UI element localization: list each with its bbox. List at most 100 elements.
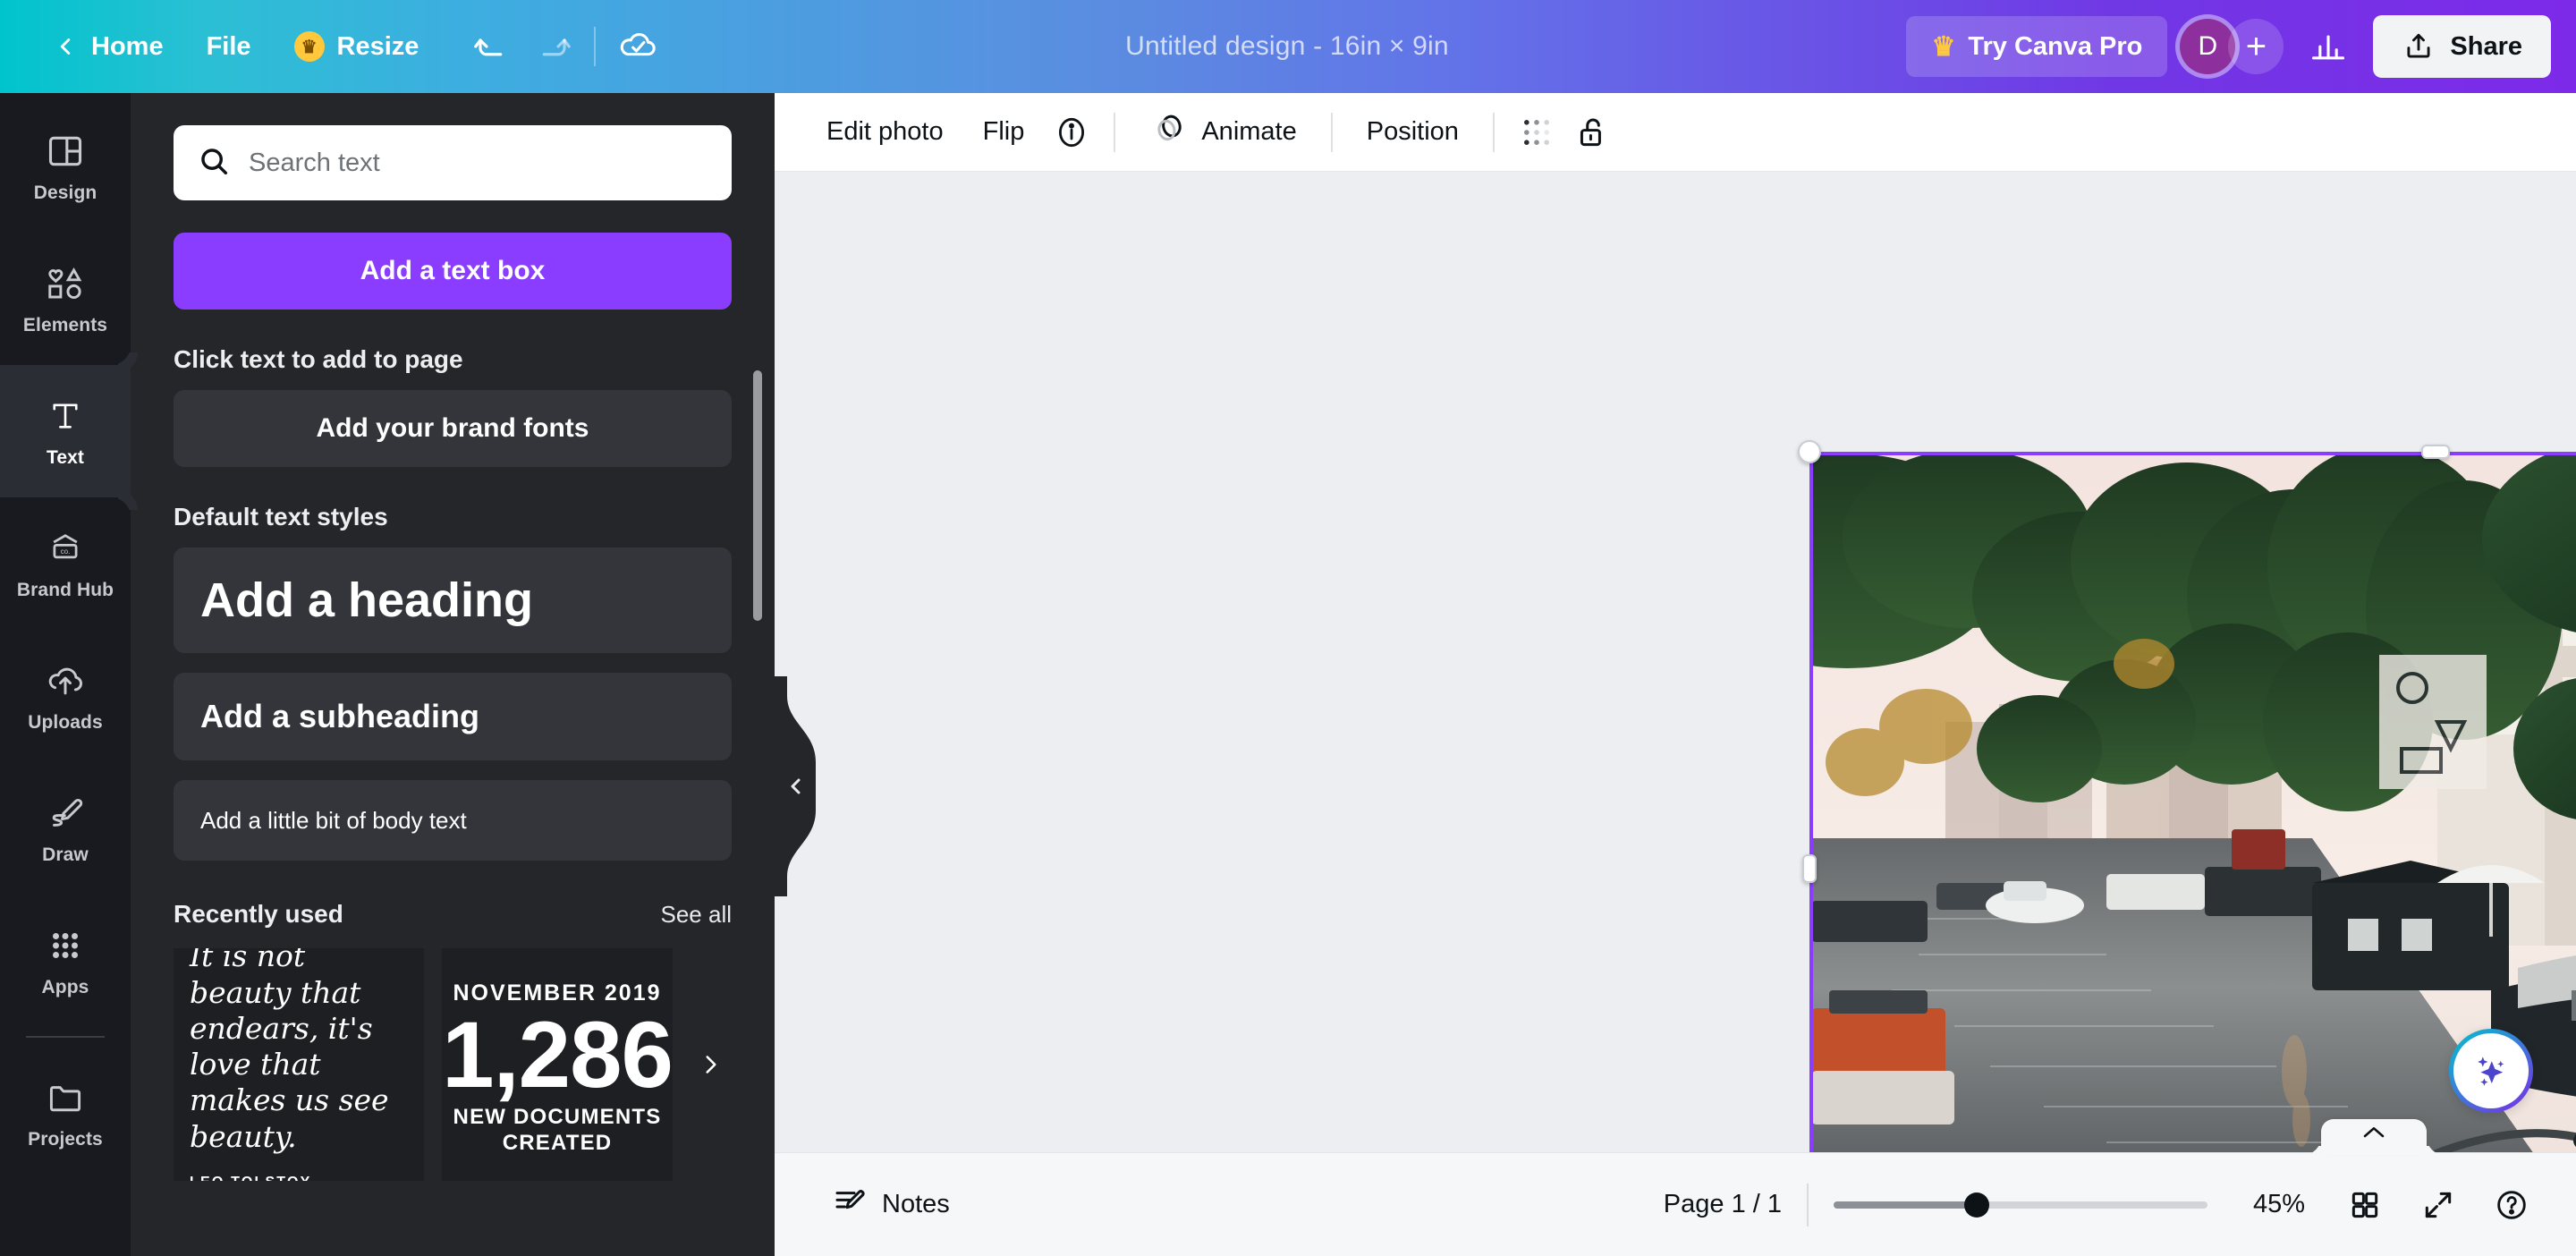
style-heading-label: Add a heading	[200, 573, 533, 628]
svg-text:co.: co.	[61, 547, 71, 556]
collapse-handle-shape	[775, 676, 816, 896]
style-subheading-label: Add a subheading	[200, 698, 479, 735]
sidebar-item-apps[interactable]: Apps	[0, 895, 131, 1027]
try-canva-pro-button[interactable]: ♛ Try Canva Pro	[1906, 16, 2167, 77]
sidebar-item-uploads[interactable]: Uploads	[0, 630, 131, 762]
style-card-body[interactable]: Add a little bit of body text	[174, 780, 732, 861]
search-text-container	[174, 125, 732, 200]
document-title[interactable]: Untitled design - 16in × 9in	[1109, 22, 1465, 71]
see-all-link[interactable]: See all	[661, 901, 733, 929]
fullscreen-button[interactable]	[2410, 1176, 2467, 1234]
style-card-heading[interactable]: Add a heading	[174, 547, 732, 653]
cloud-saved-button[interactable]	[608, 17, 667, 76]
apps-icon	[47, 923, 84, 968]
notes-label: Notes	[882, 1190, 950, 1219]
undo-button[interactable]	[463, 17, 522, 76]
grid-view-button[interactable]	[2336, 1176, 2394, 1234]
list-item[interactable]: It is not beauty that endears, it's love…	[174, 948, 424, 1181]
page-indicator: Page 1 / 1	[1664, 1190, 1782, 1219]
header-right-group: ♛ Try Canva Pro D + Share	[1906, 14, 2576, 79]
redo-icon	[533, 28, 571, 65]
object-toolbar: Edit photo Flip Animate Position	[775, 93, 2576, 172]
resize-handle-middle-left[interactable]	[1802, 854, 1817, 883]
footer-divider	[1807, 1184, 1809, 1226]
file-menu-button[interactable]: File	[185, 16, 273, 77]
recent-stat-number: 1,286	[442, 1006, 673, 1105]
fullscreen-icon	[2421, 1188, 2455, 1222]
collaborators-group: D +	[2180, 19, 2284, 74]
help-button[interactable]	[2483, 1176, 2540, 1234]
text-panel-content: Add a text box Click text to add to page…	[131, 93, 775, 1256]
header-center-group: Untitled design - 16in × 9in	[667, 22, 1906, 71]
transparency-icon	[1518, 114, 1555, 151]
header-left-group: Home File ♛ Resize	[0, 16, 667, 77]
sidebar-item-projects[interactable]: Projects	[0, 1047, 131, 1179]
zoom-slider-fill	[1834, 1201, 1975, 1209]
style-card-subheading[interactable]: Add a subheading	[174, 673, 732, 760]
add-text-box-button[interactable]: Add a text box	[174, 233, 732, 310]
sidebar-item-text[interactable]: Text	[0, 365, 131, 497]
canva-editor-app: Home File ♛ Resize Untitled design - 16i…	[0, 0, 2576, 1256]
add-collaborator-button[interactable]: +	[2228, 19, 2284, 74]
flip-button[interactable]: Flip	[963, 105, 1045, 160]
recently-used-next-button[interactable]	[691, 1049, 732, 1080]
recently-used-title: Recently used	[174, 900, 343, 929]
home-button[interactable]: Home	[30, 16, 185, 77]
recent-quote-author: LEO TOLSTOY	[190, 1175, 408, 1181]
redo-button[interactable]	[522, 17, 581, 76]
lock-button[interactable]	[1564, 105, 1620, 160]
sidebar-label-text: Text	[47, 447, 84, 469]
magic-studio-button[interactable]	[2449, 1029, 2533, 1113]
canvas-area[interactable]: + Add page	[775, 172, 2576, 1152]
animate-button[interactable]: Animate	[1130, 105, 1316, 160]
resize-button[interactable]: ♛ Resize	[273, 16, 441, 77]
undo-icon	[474, 28, 512, 65]
try-canva-pro-label: Try Canva Pro	[1968, 32, 2142, 62]
uploads-icon	[44, 658, 87, 703]
analytics-button[interactable]	[2296, 14, 2360, 79]
design-icon	[46, 129, 85, 174]
panel-scrollbar[interactable]	[753, 370, 762, 621]
sidebar-item-brand-hub[interactable]: co. Brand Hub	[0, 497, 131, 630]
search-input[interactable]	[249, 149, 708, 178]
text-icon	[47, 394, 84, 438]
draw-icon	[44, 791, 87, 836]
transparency-button[interactable]	[1509, 105, 1564, 160]
zoom-slider[interactable]	[1834, 1194, 2207, 1216]
resize-handle-top-center[interactable]	[2421, 445, 2450, 459]
edit-photo-button[interactable]: Edit photo	[807, 105, 963, 160]
sidebar-label-draw: Draw	[42, 844, 89, 866]
sidebar-label-brand-hub: Brand Hub	[17, 580, 114, 601]
notes-button[interactable]: Notes	[816, 1177, 966, 1233]
sidebar-label-apps: Apps	[42, 977, 89, 998]
avatar[interactable]: D	[2180, 19, 2235, 74]
add-brand-fonts-button[interactable]: Add your brand fonts	[174, 390, 732, 467]
notes-pencil-icon	[832, 1184, 868, 1219]
zoom-slider-thumb[interactable]	[1964, 1192, 1989, 1218]
position-button[interactable]: Position	[1347, 105, 1479, 160]
resize-handle-top-left[interactable]	[1798, 440, 1821, 463]
share-button[interactable]: Share	[2373, 15, 2551, 78]
help-icon	[2494, 1187, 2529, 1223]
info-button[interactable]	[1044, 105, 1099, 160]
sidebar-label-elements: Elements	[23, 315, 107, 336]
magic-sparkle-icon	[2470, 1049, 2512, 1092]
animate-icon	[1149, 109, 1189, 156]
style-body-label: Add a little bit of body text	[200, 807, 467, 835]
list-item[interactable]: NOVEMBER 2019 1,286 NEW DOCUMENTS CREATE…	[442, 948, 673, 1181]
expand-panel-button[interactable]	[2321, 1119, 2427, 1155]
header-divider	[594, 27, 596, 66]
crown-icon: ♛	[294, 31, 325, 62]
bottom-status-bar: Notes Page 1 / 1 45%	[775, 1152, 2576, 1256]
toolbar-divider	[1331, 113, 1333, 152]
text-panel: Add a text box Click text to add to page…	[131, 93, 775, 1256]
grid-view-icon	[2348, 1188, 2382, 1222]
collapse-panel-button[interactable]	[775, 676, 816, 896]
sidebar-item-draw[interactable]: Draw	[0, 762, 131, 895]
info-icon	[1053, 114, 1090, 151]
recent-quote-text: It is not beauty that endears, it's love…	[190, 948, 408, 1155]
sidebar-item-design[interactable]: Design	[0, 100, 131, 233]
chevron-right-icon	[696, 1049, 726, 1080]
crown-icon: ♛	[1931, 31, 1955, 63]
top-header-bar: Home File ♛ Resize Untitled design - 16i…	[0, 0, 2576, 93]
